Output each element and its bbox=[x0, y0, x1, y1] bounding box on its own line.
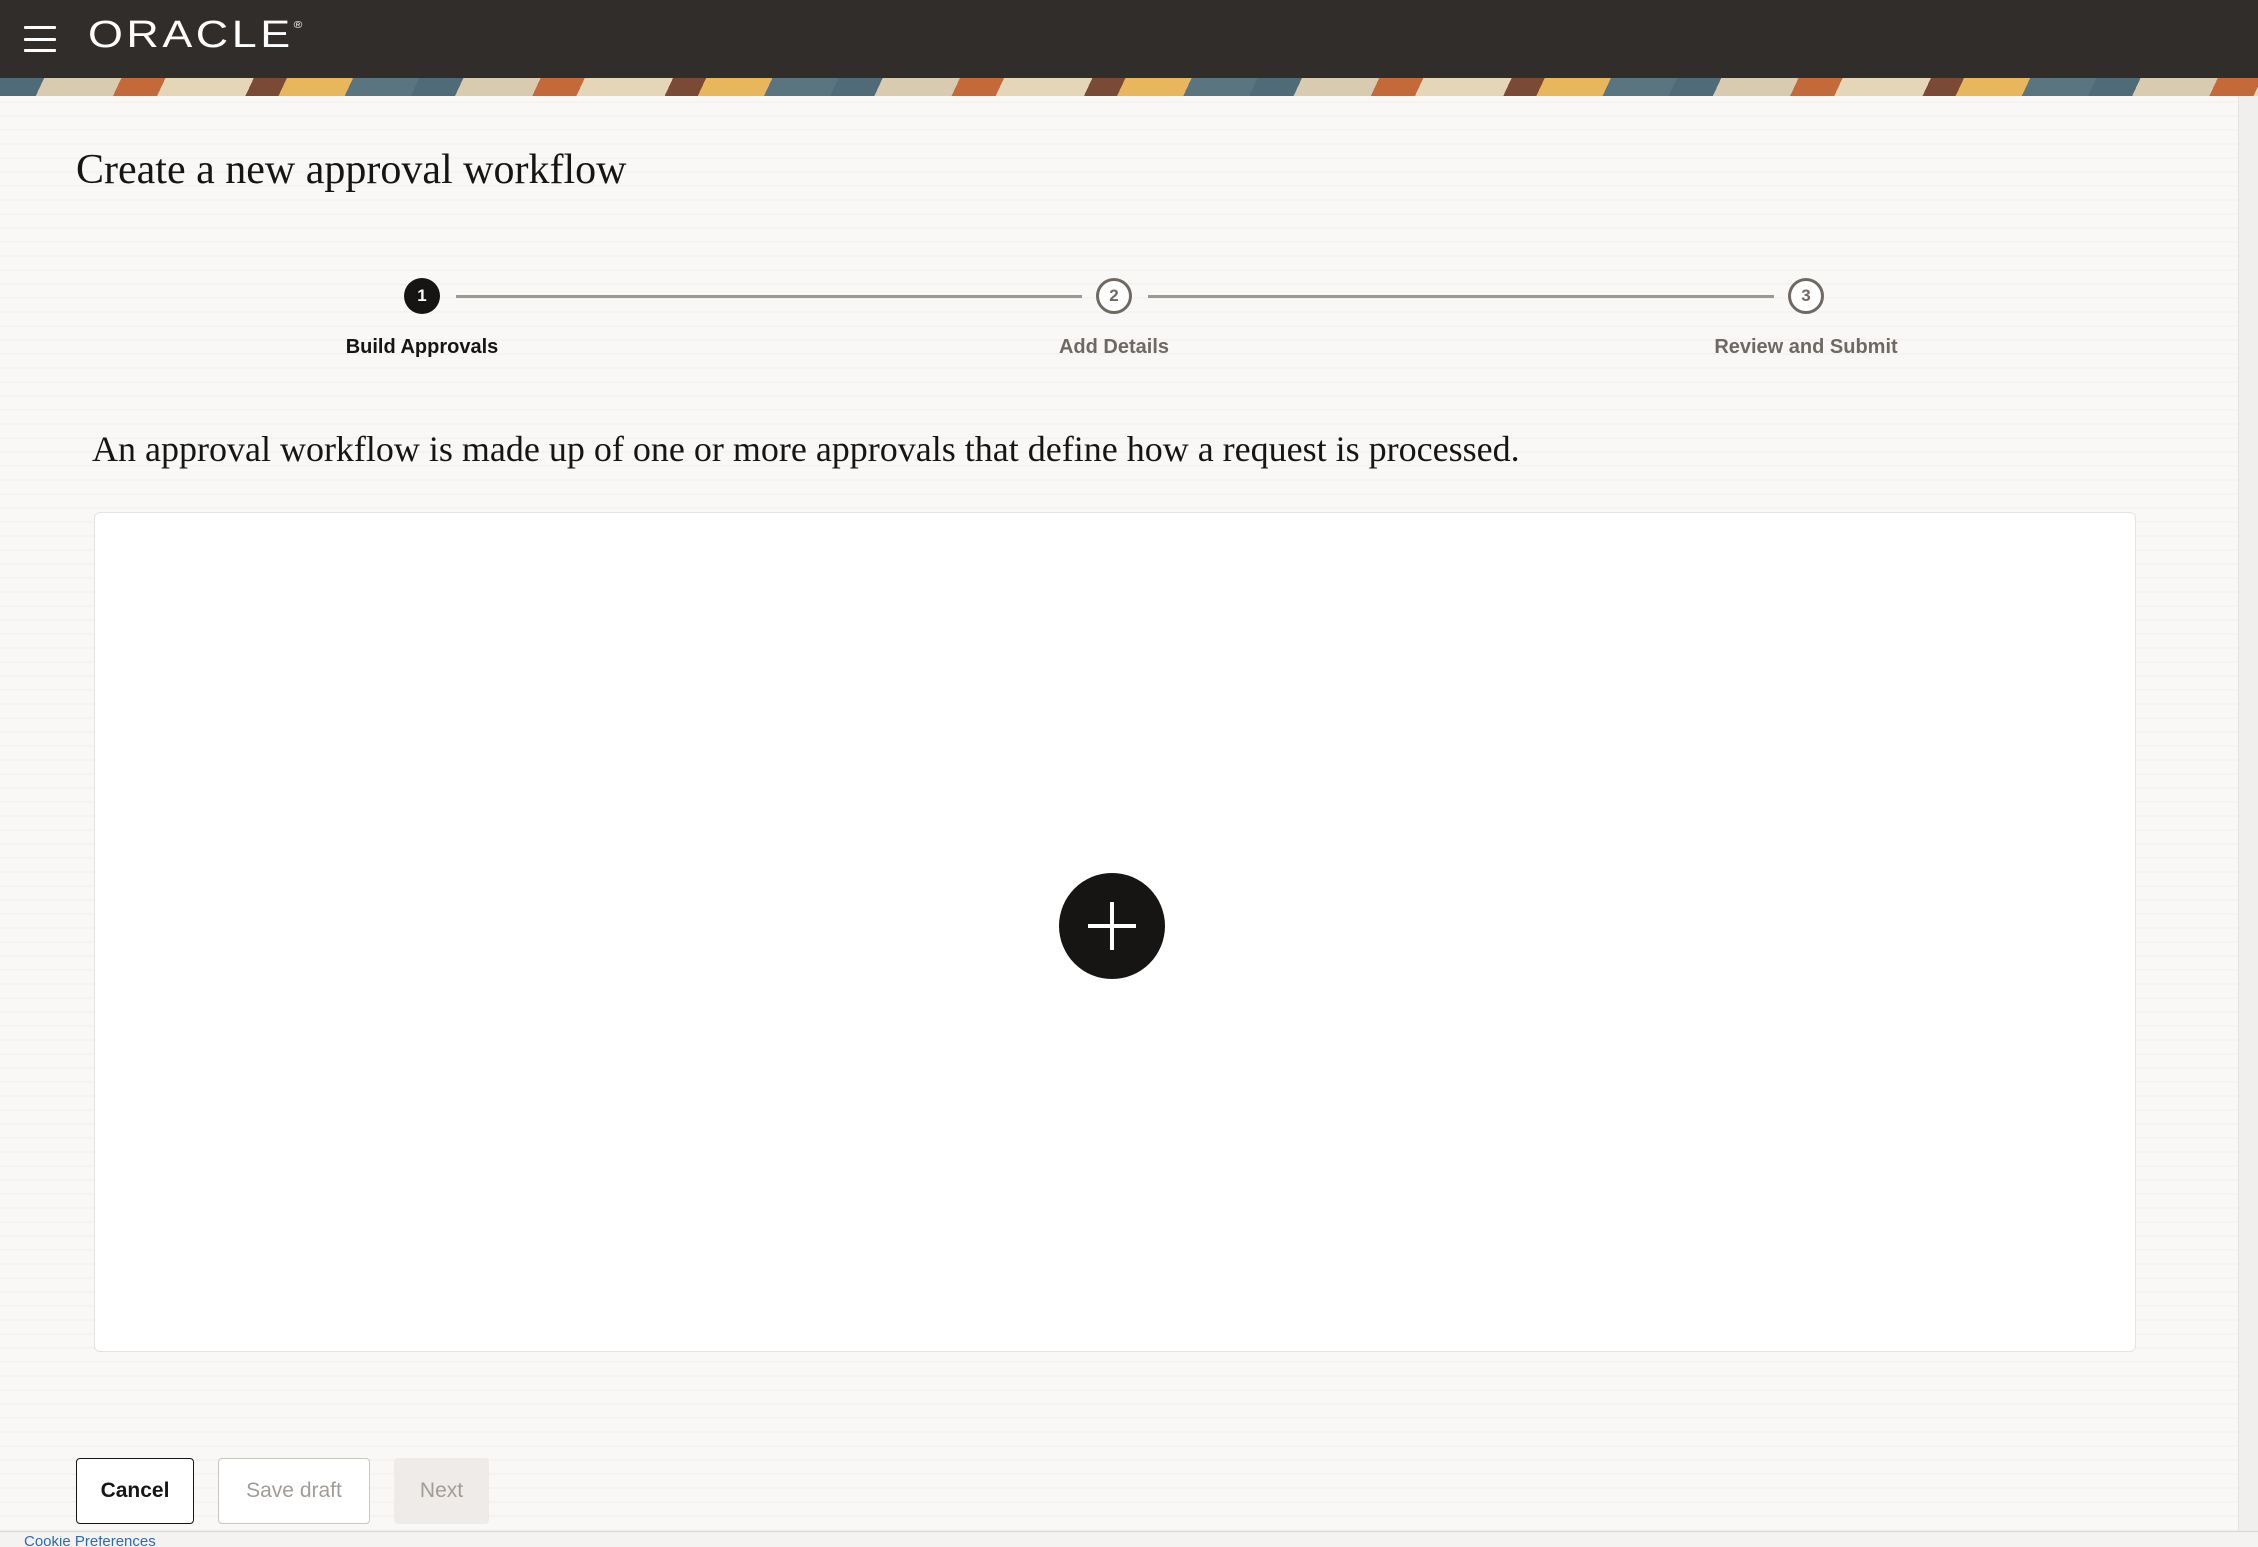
next-button[interactable]: Next bbox=[394, 1458, 489, 1524]
step-3-indicator[interactable]: 3 bbox=[1788, 278, 1824, 314]
oracle-logo[interactable]: ORACLE® bbox=[88, 14, 302, 57]
intro-text: An approval workflow is made up of one o… bbox=[92, 429, 1520, 469]
step-1-label[interactable]: Build Approvals bbox=[272, 336, 572, 359]
step-connector-1-2 bbox=[456, 295, 1082, 298]
top-navigation-bar: ORACLE® bbox=[0, 0, 2258, 78]
step-2-indicator[interactable]: 2 bbox=[1096, 278, 1132, 314]
step-3-label[interactable]: Review and Submit bbox=[1656, 336, 1956, 359]
vertical-scrollbar[interactable] bbox=[2238, 96, 2258, 1531]
cancel-button[interactable]: Cancel bbox=[76, 1458, 194, 1524]
step-connector-2-3 bbox=[1148, 295, 1774, 298]
train-stepper: 1 Build Approvals 2 Add Details 3 Review… bbox=[0, 278, 2238, 368]
cookie-preferences-link[interactable]: Cookie Preferences bbox=[24, 1536, 156, 1547]
step-2-label[interactable]: Add Details bbox=[964, 336, 1264, 359]
page-title: Create a new approval workflow bbox=[76, 147, 627, 193]
decorative-banner bbox=[0, 78, 2258, 96]
save-draft-button[interactable]: Save draft bbox=[218, 1458, 370, 1524]
step-1-indicator[interactable]: 1 bbox=[404, 278, 440, 314]
hamburger-menu-icon[interactable] bbox=[24, 26, 56, 52]
bottom-strip bbox=[0, 1531, 2258, 1547]
workflow-canvas bbox=[94, 512, 2136, 1352]
add-approval-button[interactable] bbox=[1059, 873, 1165, 979]
